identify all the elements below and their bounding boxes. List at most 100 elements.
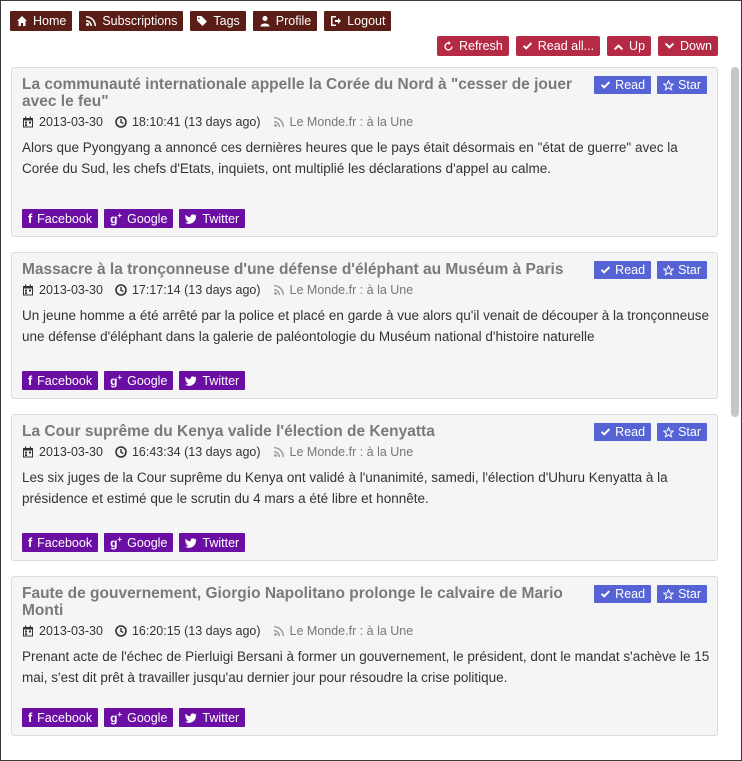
time-item: 17:17:14 (13 days ago) xyxy=(115,283,261,297)
time-item: 16:43:34 (13 days ago) xyxy=(115,445,261,459)
feed-name: Le Monde.fr : à la Une xyxy=(289,445,414,459)
google-plus-icon: g+ xyxy=(110,373,123,388)
feed-item[interactable]: Le Monde.fr : à la Une xyxy=(273,115,414,129)
rss-icon xyxy=(86,16,97,26)
article-time: 18:10:41 (13 days ago) xyxy=(131,115,261,129)
calendar-icon xyxy=(23,116,33,128)
down-button[interactable]: Down xyxy=(658,36,718,56)
facebook-share-button[interactable]: f Facebook xyxy=(22,708,99,727)
check-icon xyxy=(601,80,611,89)
feed-name: Le Monde.fr : à la Une xyxy=(289,283,414,297)
profile-label: Profile xyxy=(275,14,312,28)
rss-icon xyxy=(273,447,284,457)
subscriptions-button[interactable]: Subscriptions xyxy=(79,11,184,31)
article-date: 2013-03-30 xyxy=(39,445,103,459)
facebook-icon: f xyxy=(28,535,33,550)
google-label: Google xyxy=(127,211,168,226)
article-time: 16:20:15 (13 days ago) xyxy=(131,624,261,638)
google-share-button[interactable]: g+ Google xyxy=(104,533,174,552)
read-button[interactable]: Read xyxy=(594,76,652,94)
article-title[interactable]: La Cour suprême du Kenya valide l'électi… xyxy=(22,423,592,440)
share-buttons: f Facebook g+ Google Twitter xyxy=(22,533,707,560)
logout-button[interactable]: Logout xyxy=(324,11,392,31)
star-label: Star xyxy=(678,263,701,277)
star-outline-icon xyxy=(663,588,675,600)
home-button[interactable]: Home xyxy=(10,11,73,31)
facebook-share-button[interactable]: f Facebook xyxy=(22,371,99,390)
article-date: 2013-03-30 xyxy=(39,115,103,129)
date-item: 2013-03-30 xyxy=(22,445,103,459)
twitter-icon xyxy=(185,712,197,723)
star-button[interactable]: Star xyxy=(657,261,707,279)
refresh-label: Refresh xyxy=(458,39,503,53)
feed-item[interactable]: Le Monde.fr : à la Une xyxy=(273,445,414,459)
clock-icon xyxy=(115,116,127,128)
feed-name: Le Monde.fr : à la Une xyxy=(289,115,414,129)
up-button[interactable]: Up xyxy=(607,36,652,56)
read-all-button[interactable]: Read all... xyxy=(515,36,601,56)
google-share-button[interactable]: g+ Google xyxy=(104,209,174,228)
facebook-share-button[interactable]: f Facebook xyxy=(22,533,99,552)
read-button[interactable]: Read xyxy=(594,423,652,441)
article-tools: Read Star xyxy=(594,261,707,279)
star-outline-icon xyxy=(663,79,675,91)
google-share-button[interactable]: g+ Google xyxy=(104,371,174,390)
facebook-icon: f xyxy=(28,373,33,388)
facebook-icon: f xyxy=(28,211,33,226)
star-outline-icon xyxy=(663,264,675,276)
read-label: Read xyxy=(615,587,646,601)
article-title[interactable]: Massacre à la tronçonneuse d'une défense… xyxy=(22,261,592,278)
article-card: La Cour suprême du Kenya valide l'électi… xyxy=(11,414,718,561)
list-actions: Refresh Read all... Up Down xyxy=(436,36,718,56)
tags-icon xyxy=(197,16,208,26)
google-share-button[interactable]: g+ Google xyxy=(104,708,174,727)
twitter-share-button[interactable]: Twitter xyxy=(179,533,246,552)
chevron-down-icon xyxy=(664,42,675,49)
article-title[interactable]: La communauté internationale appelle la … xyxy=(22,76,592,110)
twitter-share-button[interactable]: Twitter xyxy=(179,209,246,228)
article-card: Massacre à la tronçonneuse d'une défense… xyxy=(11,252,718,399)
feed-item[interactable]: Le Monde.fr : à la Une xyxy=(273,624,413,638)
star-button[interactable]: Star xyxy=(657,76,707,94)
twitter-share-button[interactable]: Twitter xyxy=(179,371,246,390)
rss-icon xyxy=(273,626,284,636)
facebook-share-button[interactable]: f Facebook xyxy=(22,209,99,228)
twitter-share-button[interactable]: Twitter xyxy=(179,708,246,727)
read-button[interactable]: Read xyxy=(594,585,652,603)
article-title[interactable]: Faute de gouvernement, Giorgio Napolitan… xyxy=(22,585,592,619)
scrollbar[interactable] xyxy=(731,67,739,417)
clock-icon xyxy=(115,446,127,458)
facebook-label: Facebook xyxy=(37,373,93,388)
star-label: Star xyxy=(678,78,701,92)
feed-item[interactable]: Le Monde.fr : à la Une xyxy=(273,283,414,297)
check-icon xyxy=(601,265,611,274)
facebook-label: Facebook xyxy=(37,211,93,226)
twitter-label: Twitter xyxy=(202,535,240,550)
facebook-icon: f xyxy=(28,710,33,725)
up-label: Up xyxy=(629,39,646,53)
article-summary: Prenant acte de l'échec de Pierluigi Ber… xyxy=(22,649,710,685)
read-button[interactable]: Read xyxy=(594,261,652,279)
profile-button[interactable]: Profile xyxy=(252,11,318,31)
facebook-label: Facebook xyxy=(37,535,93,550)
home-label: Home xyxy=(33,14,67,28)
date-item: 2013-03-30 xyxy=(22,283,103,297)
user-icon xyxy=(260,16,270,27)
refresh-button[interactable]: Refresh xyxy=(436,36,509,56)
article-time: 17:17:14 (13 days ago) xyxy=(131,283,261,297)
article-summary: Les six juges de la Cour suprême du Keny… xyxy=(22,470,668,506)
google-plus-icon: g+ xyxy=(110,710,123,725)
calendar-icon xyxy=(23,625,33,637)
article-date: 2013-03-30 xyxy=(39,624,103,638)
tags-button[interactable]: Tags xyxy=(190,11,246,31)
clock-icon xyxy=(115,625,127,637)
down-label: Down xyxy=(680,39,712,53)
star-button[interactable]: Star xyxy=(657,585,707,603)
chevron-up-icon xyxy=(613,43,624,50)
article-summary: Un jeune homme a été arrêté par la polic… xyxy=(22,308,710,344)
check-icon xyxy=(601,589,611,598)
star-button[interactable]: Star xyxy=(657,423,707,441)
read-label: Read xyxy=(615,263,646,277)
check-icon xyxy=(601,427,611,436)
article-summary: Alors que Pyongyang a annoncé ces derniè… xyxy=(22,140,678,176)
